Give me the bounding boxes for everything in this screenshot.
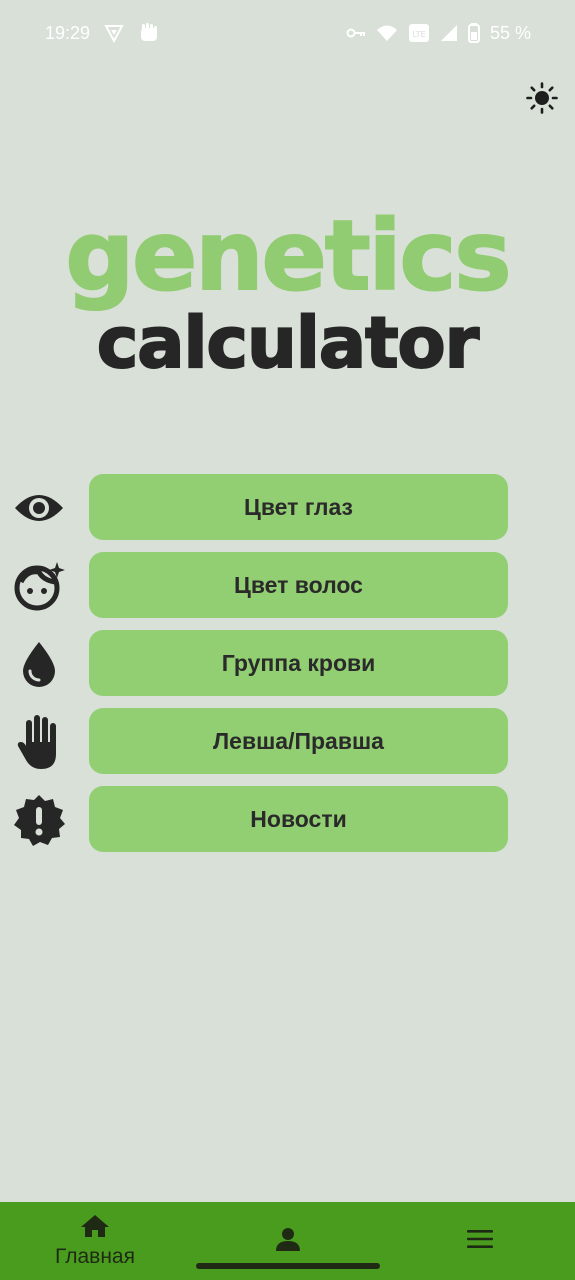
status-time: 19:29 xyxy=(45,22,91,43)
status-right: LTE 55 % xyxy=(346,23,531,44)
home-icon xyxy=(80,1214,110,1243)
vpn-shield-icon xyxy=(104,23,124,43)
sun-icon xyxy=(526,81,558,119)
gesture-handle[interactable] xyxy=(196,1263,380,1269)
alert-badge-icon xyxy=(12,793,66,847)
blood-drop-icon xyxy=(12,637,66,691)
menu-row-handedness: Левша/Правша xyxy=(0,708,575,774)
svg-text:LTE: LTE xyxy=(412,30,425,39)
face-sparkle-icon xyxy=(12,559,66,613)
news-button[interactable]: Новости xyxy=(89,786,508,852)
key-icon xyxy=(346,27,366,39)
hand-fist-icon xyxy=(138,22,160,44)
blood-type-button[interactable]: Группа крови xyxy=(89,630,508,696)
theme-toggle-button[interactable] xyxy=(524,81,560,119)
nav-home-label: Главная xyxy=(55,1244,135,1268)
menu-row-eye-color: Цвет глаз xyxy=(0,474,575,540)
menu-row-hair-color: Цвет волос xyxy=(0,552,575,618)
battery-icon xyxy=(467,23,480,43)
logo-genetics-text: genetics xyxy=(64,200,512,312)
status-left: 19:29 xyxy=(45,22,160,44)
menu-row-news: Новости xyxy=(0,786,575,852)
eye-icon xyxy=(12,481,66,535)
hair-color-button[interactable]: Цвет волос xyxy=(89,552,508,618)
nav-home[interactable]: Главная xyxy=(40,1202,150,1280)
logo-calculator-text: calculator xyxy=(96,301,480,385)
menu-row-blood-type: Группа крови xyxy=(0,630,575,696)
app-logo: genetics calculator xyxy=(40,200,535,406)
wifi-icon xyxy=(376,24,398,42)
hand-icon xyxy=(12,715,66,769)
status-bar: 19:29 LTE 55 % xyxy=(0,0,575,66)
eye-color-button[interactable]: Цвет глаз xyxy=(89,474,508,540)
hamburger-icon xyxy=(466,1229,494,1254)
person-icon xyxy=(275,1226,301,1257)
signal-icon xyxy=(440,24,458,42)
volte-icon: LTE xyxy=(408,23,430,43)
handedness-button[interactable]: Левша/Правша xyxy=(89,708,508,774)
battery-percent: 55 % xyxy=(489,22,531,43)
nav-menu[interactable] xyxy=(450,1202,510,1280)
